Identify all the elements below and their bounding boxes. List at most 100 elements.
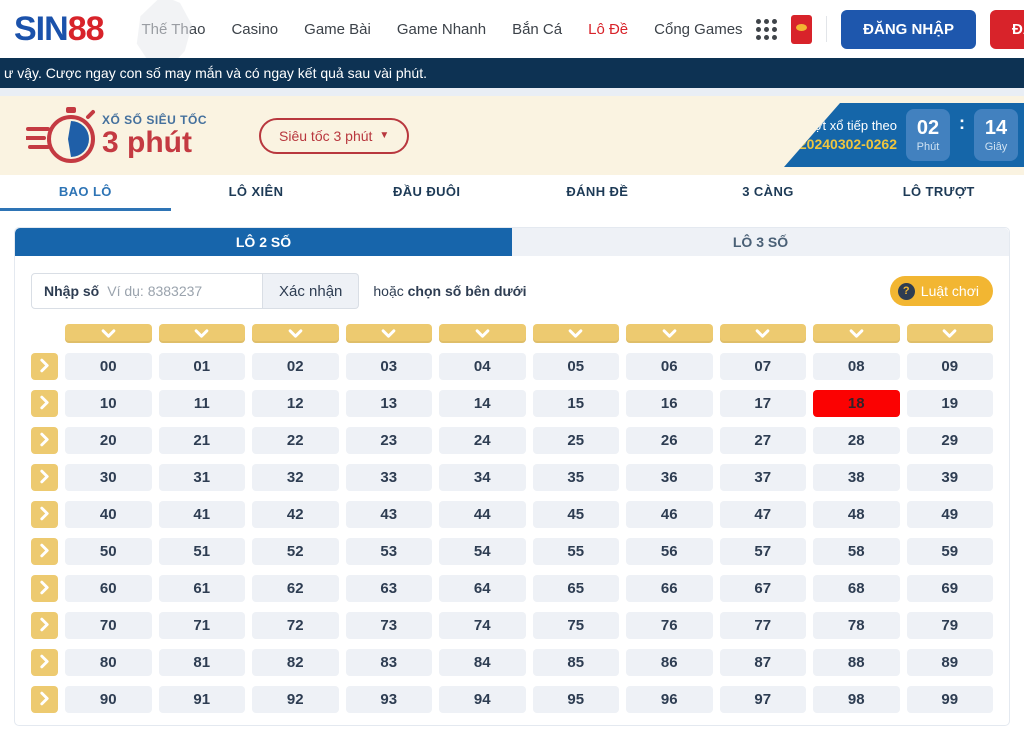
number-cell-49[interactable]: 49	[907, 501, 994, 528]
number-cell-12[interactable]: 12	[252, 390, 339, 417]
number-cell-14[interactable]: 14	[439, 390, 526, 417]
number-cell-45[interactable]: 45	[533, 501, 620, 528]
number-cell-84[interactable]: 84	[439, 649, 526, 676]
number-cell-34[interactable]: 34	[439, 464, 526, 491]
tab-lô-xiên[interactable]: LÔ XIÊN	[171, 175, 342, 211]
number-cell-50[interactable]: 50	[65, 538, 152, 565]
number-cell-69[interactable]: 69	[907, 575, 994, 602]
number-cell-42[interactable]: 42	[252, 501, 339, 528]
number-cell-52[interactable]: 52	[252, 538, 339, 565]
number-cell-68[interactable]: 68	[813, 575, 900, 602]
number-cell-54[interactable]: 54	[439, 538, 526, 565]
number-cell-75[interactable]: 75	[533, 612, 620, 639]
number-cell-03[interactable]: 03	[346, 353, 433, 380]
row-select-button-0[interactable]	[31, 353, 58, 380]
number-cell-47[interactable]: 47	[720, 501, 807, 528]
tab-lô-trượt[interactable]: LÔ TRƯỢT	[853, 175, 1024, 211]
number-cell-74[interactable]: 74	[439, 612, 526, 639]
number-cell-64[interactable]: 64	[439, 575, 526, 602]
number-cell-90[interactable]: 90	[65, 686, 152, 713]
login-button[interactable]: ĐĂNG NHẬP	[841, 10, 976, 49]
rules-button[interactable]: ? Luật chơi	[890, 276, 993, 306]
number-cell-76[interactable]: 76	[626, 612, 713, 639]
number-cell-01[interactable]: 01	[159, 353, 246, 380]
number-cell-70[interactable]: 70	[65, 612, 152, 639]
row-select-button-8[interactable]	[31, 649, 58, 676]
column-select-button-9[interactable]	[907, 324, 994, 343]
number-cell-06[interactable]: 06	[626, 353, 713, 380]
number-cell-89[interactable]: 89	[907, 649, 994, 676]
number-cell-23[interactable]: 23	[346, 427, 433, 454]
row-select-button-4[interactable]	[31, 501, 58, 528]
number-cell-48[interactable]: 48	[813, 501, 900, 528]
tab-3-càng[interactable]: 3 CÀNG	[683, 175, 854, 211]
number-cell-66[interactable]: 66	[626, 575, 713, 602]
column-select-button-6[interactable]	[626, 324, 713, 343]
row-select-button-6[interactable]	[31, 575, 58, 602]
number-cell-28[interactable]: 28	[813, 427, 900, 454]
number-cell-29[interactable]: 29	[907, 427, 994, 454]
number-cell-73[interactable]: 73	[346, 612, 433, 639]
column-select-button-1[interactable]	[159, 324, 246, 343]
number-cell-71[interactable]: 71	[159, 612, 246, 639]
number-cell-88[interactable]: 88	[813, 649, 900, 676]
number-cell-55[interactable]: 55	[533, 538, 620, 565]
number-cell-00[interactable]: 00	[65, 353, 152, 380]
number-cell-26[interactable]: 26	[626, 427, 713, 454]
number-cell-98[interactable]: 98	[813, 686, 900, 713]
number-cell-40[interactable]: 40	[65, 501, 152, 528]
number-cell-83[interactable]: 83	[346, 649, 433, 676]
number-cell-77[interactable]: 77	[720, 612, 807, 639]
number-cell-08[interactable]: 08	[813, 353, 900, 380]
number-cell-39[interactable]: 39	[907, 464, 994, 491]
row-select-button-5[interactable]	[31, 538, 58, 565]
number-cell-33[interactable]: 33	[346, 464, 433, 491]
number-cell-30[interactable]: 30	[65, 464, 152, 491]
number-cell-95[interactable]: 95	[533, 686, 620, 713]
nav-item-game-nhanh[interactable]: Game Nhanh	[397, 21, 486, 38]
subtab-lô-2-số[interactable]: LÔ 2 SỐ	[15, 228, 512, 256]
number-cell-19[interactable]: 19	[907, 390, 994, 417]
number-cell-02[interactable]: 02	[252, 353, 339, 380]
lottery-type-selector[interactable]: Siêu tốc 3 phút ▼	[259, 118, 409, 154]
number-cell-94[interactable]: 94	[439, 686, 526, 713]
nav-item-game-bài[interactable]: Game Bài	[304, 21, 371, 38]
number-cell-72[interactable]: 72	[252, 612, 339, 639]
number-cell-60[interactable]: 60	[65, 575, 152, 602]
column-select-button-8[interactable]	[813, 324, 900, 343]
number-cell-16[interactable]: 16	[626, 390, 713, 417]
number-cell-46[interactable]: 46	[626, 501, 713, 528]
column-select-button-5[interactable]	[533, 324, 620, 343]
column-select-button-2[interactable]	[252, 324, 339, 343]
number-cell-25[interactable]: 25	[533, 427, 620, 454]
number-cell-13[interactable]: 13	[346, 390, 433, 417]
column-select-button-0[interactable]	[65, 324, 152, 343]
row-select-button-9[interactable]	[31, 686, 58, 713]
number-cell-32[interactable]: 32	[252, 464, 339, 491]
number-cell-57[interactable]: 57	[720, 538, 807, 565]
number-cell-31[interactable]: 31	[159, 464, 246, 491]
number-cell-05[interactable]: 05	[533, 353, 620, 380]
tab-đánh-đề[interactable]: ĐÁNH ĐỀ	[512, 175, 683, 211]
number-cell-36[interactable]: 36	[626, 464, 713, 491]
nav-item-bắn-cá[interactable]: Bắn Cá	[512, 21, 562, 38]
tab-đầu-đuôi[interactable]: ĐẦU ĐUÔI	[341, 175, 512, 211]
number-cell-80[interactable]: 80	[65, 649, 152, 676]
number-cell-11[interactable]: 11	[159, 390, 246, 417]
number-cell-37[interactable]: 37	[720, 464, 807, 491]
number-cell-15[interactable]: 15	[533, 390, 620, 417]
number-cell-44[interactable]: 44	[439, 501, 526, 528]
number-cell-58[interactable]: 58	[813, 538, 900, 565]
column-select-button-4[interactable]	[439, 324, 526, 343]
number-cell-43[interactable]: 43	[346, 501, 433, 528]
nav-item-cổng-games[interactable]: Cổng Games	[654, 21, 742, 38]
number-input[interactable]: Nhập số Ví dụ: 8383237	[31, 273, 263, 309]
number-cell-61[interactable]: 61	[159, 575, 246, 602]
number-cell-97[interactable]: 97	[720, 686, 807, 713]
number-cell-10[interactable]: 10	[65, 390, 152, 417]
confirm-button[interactable]: Xác nhận	[263, 273, 359, 309]
number-cell-78[interactable]: 78	[813, 612, 900, 639]
row-select-button-1[interactable]	[31, 390, 58, 417]
number-cell-62[interactable]: 62	[252, 575, 339, 602]
number-cell-41[interactable]: 41	[159, 501, 246, 528]
